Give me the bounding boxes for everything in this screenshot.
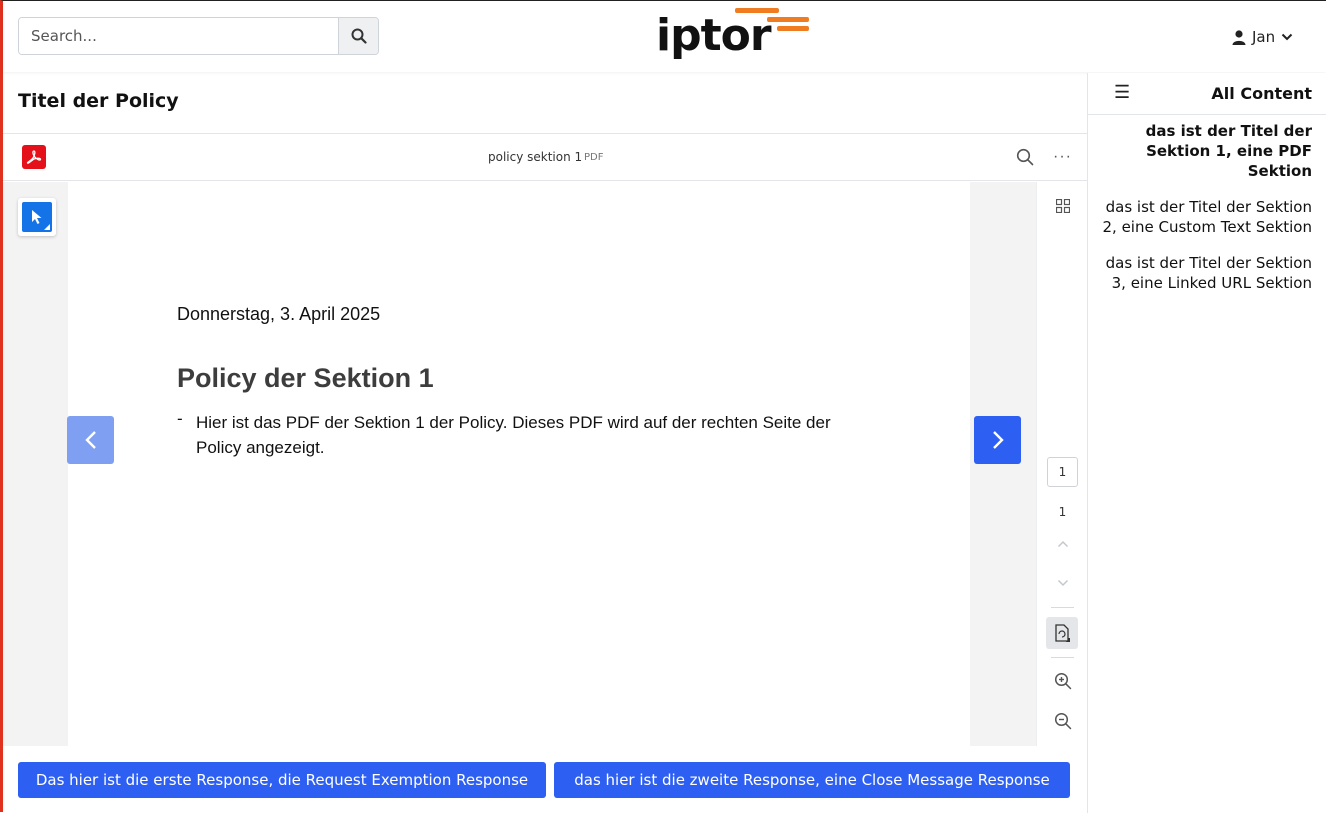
page-number-input[interactable]: 1 [1047,457,1078,487]
viewer-search-button[interactable] [1016,148,1034,171]
zoom-out-icon [1054,712,1071,730]
section-list: das ist der Titel der Sektion 1, eine PD… [1088,121,1326,309]
select-tool-button[interactable] [18,198,56,236]
chevron-down-icon [1281,33,1293,41]
previous-section-button[interactable] [67,416,114,464]
section-link-3[interactable]: das ist der Titel der Sektion 3, eine Li… [1098,253,1312,293]
right-tool-rail: 1 1 [1036,182,1087,746]
bullet-marker: - [177,409,183,428]
chevron-left-icon [84,431,96,449]
document-bullet-text: Hier ist das PDF der Sektion 1 der Polic… [196,413,831,457]
divider [1051,657,1074,658]
logo-accent-bar [767,17,809,22]
grid-icon [1055,199,1070,213]
chevron-right-icon [992,431,1004,449]
next-page-button[interactable] [1037,573,1088,593]
file-name: policy sektion 1 [488,150,583,164]
fit-page-icon [1055,624,1070,642]
logo-text: iptor [656,10,772,61]
request-exemption-button[interactable]: Das hier ist die erste Response, die Req… [18,762,546,798]
file-type-label: PDF [584,152,604,163]
chevron-down-icon [1057,579,1068,587]
logo-accent-bar [735,8,779,13]
divider [1051,607,1074,608]
sidebar-header: ☰ All Content [1088,73,1326,115]
left-tool-rail [3,182,68,746]
zoom-out-button[interactable] [1037,711,1088,731]
pdf-file-icon [22,145,46,169]
page-gutter [970,182,1036,746]
previous-page-button[interactable] [1037,534,1088,554]
section-link-2[interactable]: das ist der Titel der Sektion 2, eine Cu… [1098,197,1313,237]
more-icon: ··· [1053,148,1072,165]
page-title: Titel der Policy [18,90,179,112]
chevron-up-icon [1057,540,1068,548]
document-date: Donnerstag, 3. April 2025 [177,304,381,324]
viewer-toolbar: policy sektion 1 PDF ··· [3,134,1087,181]
user-icon [1232,29,1246,45]
close-message-button[interactable]: das hier ist die zweite Response, eine C… [554,762,1070,798]
zoom-in-button[interactable] [1037,671,1088,691]
thumbnails-button[interactable] [1037,196,1088,216]
cursor-icon [22,202,52,232]
search-input[interactable] [19,18,338,54]
iptor-logo[interactable]: iptor [656,7,811,65]
app-frame: iptor Jan Titel der Policy policy sektio… [0,0,1326,813]
menu-icon[interactable]: ☰ [1114,82,1130,103]
logo-accent-bar [777,26,809,31]
search-button[interactable] [338,18,378,54]
pdf-page[interactable]: Donnerstag, 3. April 2025 Policy der Sek… [68,182,970,746]
sidebar-title: All Content [1211,84,1312,103]
page-total: 1 [1058,505,1067,519]
user-name: Jan [1252,28,1276,46]
main-content: Titel der Policy policy sektion 1 PDF ··… [3,73,1087,813]
fit-page-button[interactable] [1046,617,1078,649]
pdf-viewer: policy sektion 1 PDF ··· Donnerstag, 3. … [3,134,1087,746]
response-bar: Das hier ist die erste Response, die Req… [3,749,1087,813]
more-options-button[interactable]: ··· [1053,148,1072,166]
content-sidebar: ☰ All Content das ist der Titel der Sekt… [1087,73,1326,813]
search-icon [351,28,367,44]
user-menu[interactable]: Jan [1232,25,1293,49]
document-heading: Policy der Sektion 1 [177,363,434,393]
search-icon [1016,148,1034,166]
zoom-in-icon [1054,672,1071,690]
search-box [18,17,379,55]
top-header: iptor Jan [3,1,1326,72]
next-section-button[interactable] [974,416,1021,464]
section-link-1[interactable]: das ist der Titel der Sektion 1, eine PD… [1098,121,1312,181]
